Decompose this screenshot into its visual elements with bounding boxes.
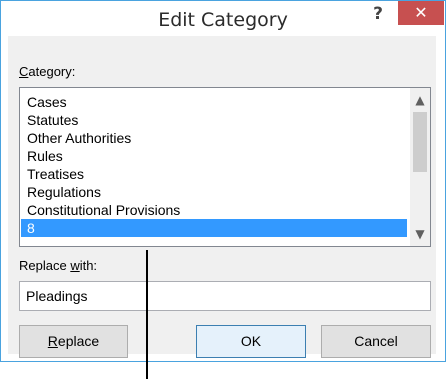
replace-with-label: Replace with: [19,258,98,273]
category-label: Category: [19,64,76,79]
ok-button[interactable]: OK [196,325,306,358]
annotation-pointer-line [146,250,148,379]
category-listbox[interactable]: Cases Statutes Other Authorities Rules T… [19,87,431,247]
close-icon: ✕ [414,3,428,22]
scroll-down-icon[interactable]: ▼ [410,225,430,243]
help-button[interactable]: ? [363,2,393,28]
list-item-constitutional-provisions[interactable]: Constitutional Provisions [21,201,407,219]
list-item-other-authorities[interactable]: Other Authorities [21,129,407,147]
scroll-up-icon[interactable]: ▲ [410,91,430,109]
list-item-selected[interactable]: 8 [21,219,407,237]
replace-button[interactable]: Replace [19,325,128,358]
replace-with-input[interactable]: Pleadings [19,281,431,311]
vertical-scrollbar[interactable]: ▲ ▼ [410,88,430,246]
list-item-rules[interactable]: Rules [21,147,407,165]
list-item-treatises[interactable]: Treatises [21,165,407,183]
scrollbar-thumb[interactable] [413,112,427,172]
title-bar[interactable]: Edit Category ? ✕ [1,1,445,37]
list-item-cases[interactable]: Cases [21,93,407,111]
list-item-regulations[interactable]: Regulations [21,183,407,201]
list-item-statutes[interactable]: Statutes [21,111,407,129]
close-button[interactable]: ✕ [398,1,444,25]
cancel-button[interactable]: Cancel [321,325,431,358]
